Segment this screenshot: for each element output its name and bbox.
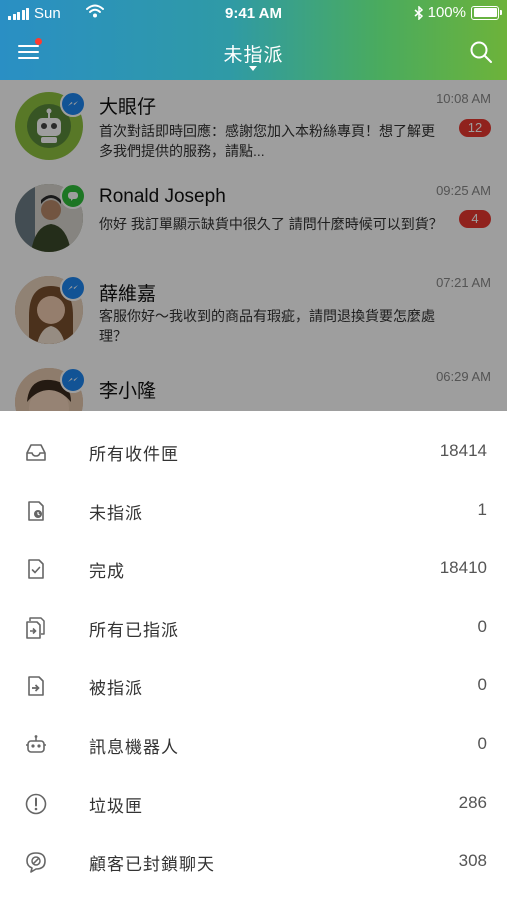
- inbox-filter-sheet: 所有收件匣 18414 未指派 1 完成 18410 所有已指派 0 被指派 0…: [0, 411, 507, 900]
- menu-item-count: 0: [477, 616, 487, 636]
- menu-item-label: 所有已指派: [89, 620, 179, 640]
- search-icon[interactable]: [469, 40, 493, 64]
- menu-item-label: 完成: [89, 562, 125, 582]
- app-header: Sun 9:41 AM 100% 未指派: [0, 0, 507, 80]
- menu-item-spam[interactable]: 垃圾匣 286: [0, 774, 507, 833]
- conversation-list: 大眼仔 10:08 AM 首次對話即時回應：感謝您加入本粉絲專頁！想了解更多我們…: [0, 80, 507, 411]
- menu-item-blocked-chat[interactable]: 顧客已封鎖聊天 308: [0, 832, 507, 891]
- menu-item-label: 所有收件匣: [89, 445, 179, 464]
- menu-item-count: 286: [458, 792, 487, 812]
- menu-item-count: 1: [477, 499, 487, 519]
- menu-item-label: 訊息機器人: [89, 738, 179, 757]
- inbox-filter-title[interactable]: 未指派: [0, 40, 507, 67]
- nav-bar: 未指派: [0, 28, 507, 80]
- menu-item-label: 被指派: [89, 679, 143, 699]
- status-bar: Sun 9:41 AM 100%: [0, 0, 507, 28]
- battery-icon: [471, 5, 502, 20]
- menu-item-count: 0: [477, 734, 487, 753]
- menu-item-done[interactable]: 完成 18410: [0, 539, 507, 598]
- unassigned-clock-icon: [28, 500, 44, 521]
- menu-item-bot[interactable]: 訊息機器人 0: [0, 715, 507, 774]
- menu-item-count: 0: [477, 675, 487, 695]
- menu-item-label: 顧客已封鎖聊天: [89, 855, 215, 875]
- menu-item-count: 18410: [439, 558, 487, 578]
- battery-percent: 100%: [427, 4, 466, 21]
- menu-item-unassigned[interactable]: 未指派 1: [0, 481, 507, 540]
- inbox-icon: [26, 444, 46, 461]
- done-check-icon: [28, 559, 44, 579]
- blocked-chat-icon: [26, 852, 46, 873]
- menu-item-count: 18414: [439, 441, 487, 460]
- menu-item-all-inbox[interactable]: 所有收件匣 18414: [0, 422, 507, 481]
- caret-down-icon[interactable]: [249, 66, 257, 71]
- dim-overlay[interactable]: [0, 80, 507, 411]
- menu-item-label: 未指派: [89, 503, 143, 523]
- all-assigned-icon: [26, 617, 45, 639]
- bluetooth-icon: [414, 5, 423, 20]
- menu-item-all-assigned[interactable]: 所有已指派 0: [0, 598, 507, 657]
- menu-item-count: 308: [458, 851, 487, 871]
- assigned-to-me-icon: [28, 676, 44, 697]
- menu-item-label: 垃圾匣: [89, 796, 143, 816]
- menu-item-assigned-to-me[interactable]: 被指派 0: [0, 656, 507, 715]
- bot-icon: [26, 735, 46, 753]
- spam-alert-icon: [25, 793, 47, 814]
